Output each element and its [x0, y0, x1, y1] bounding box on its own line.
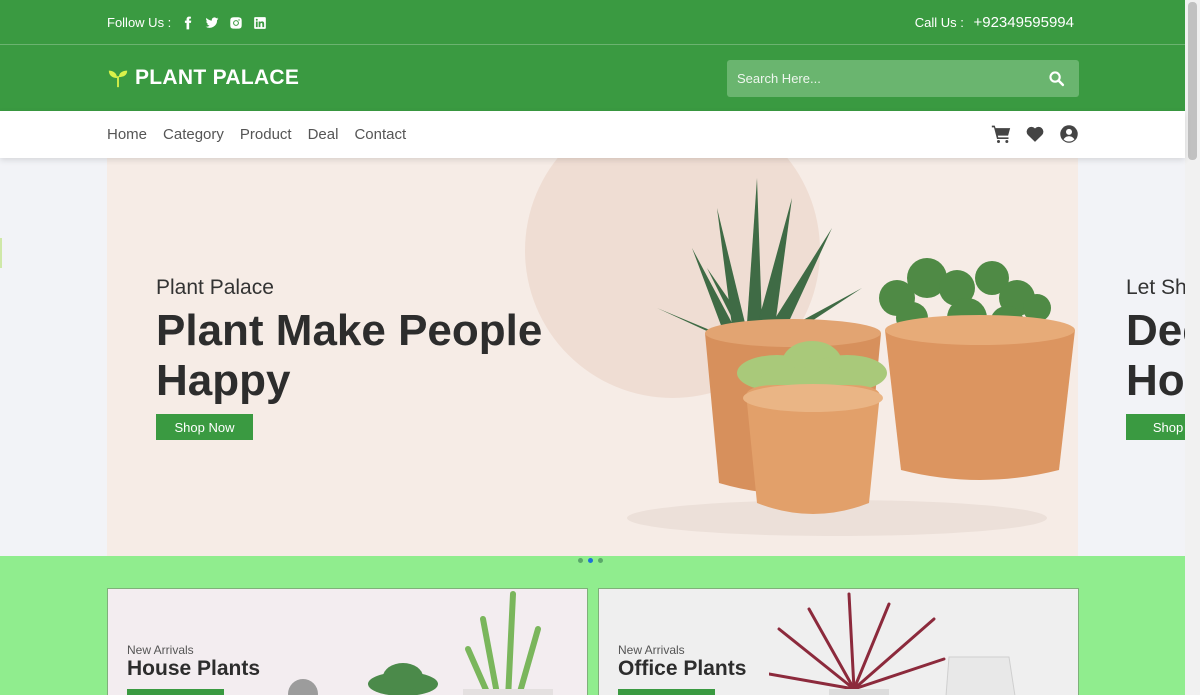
office-plants-title: Office Plants: [618, 657, 747, 680]
potted-plants-image: [627, 178, 1075, 536]
brand-logo[interactable]: PLANT PALACE: [107, 66, 299, 90]
carousel-dot-1[interactable]: [578, 558, 583, 563]
hero-subtitle: Plant Palace: [156, 276, 274, 299]
category-card-house-plants[interactable]: New Arrivals House Plants: [107, 588, 588, 695]
next-slide-subtitle: Let Sh: [1126, 276, 1185, 299]
call-label: Call Us :: [914, 15, 964, 30]
linkedin-icon[interactable]: [253, 16, 267, 30]
sprout-icon: [108, 70, 128, 88]
office-plants-subtitle: New Arrivals: [618, 643, 685, 657]
nav-icons: [991, 124, 1079, 144]
brand-name: PLANT PALACE: [135, 66, 300, 89]
cart-icon[interactable]: [991, 124, 1011, 144]
top-bar: Follow Us : Call Us : +92349595994: [0, 0, 1185, 45]
category-card-office-plants[interactable]: New Arrivals Office Plants: [598, 588, 1079, 695]
office-plants-image: [769, 592, 1016, 695]
next-slide-shop-button[interactable]: Shop N: [1126, 414, 1185, 440]
house-plants-button[interactable]: [127, 689, 224, 695]
office-plants-button[interactable]: [618, 689, 715, 695]
scrollbar-thumb[interactable]: [1188, 2, 1197, 160]
header: PLANT PALACE: [0, 45, 1185, 111]
house-plants-title: House Plants: [127, 657, 261, 680]
next-slide-title-line1: Dec: [1126, 306, 1185, 355]
nav-item-product[interactable]: Product: [240, 126, 292, 143]
facebook-icon[interactable]: [181, 16, 195, 30]
instagram-icon[interactable]: [229, 16, 243, 30]
main-nav: Home Category Product Deal Contact: [0, 111, 1185, 158]
next-slide-peek: Let Sh Dec Hor Shop N: [1078, 158, 1185, 556]
search-icon[interactable]: [1048, 70, 1065, 87]
shop-now-button[interactable]: Shop Now: [156, 414, 253, 440]
phone-number[interactable]: +92349595994: [973, 14, 1074, 31]
nav-item-contact[interactable]: Contact: [354, 126, 406, 143]
nav-item-category[interactable]: Category: [163, 126, 224, 143]
search-box: [727, 60, 1079, 97]
next-slide-title-line2: Hor: [1126, 356, 1185, 405]
carousel-dot-2[interactable]: [588, 558, 593, 563]
user-icon[interactable]: [1059, 124, 1079, 144]
hero-title: Plant Make People Happy: [156, 306, 543, 405]
nav-item-deal[interactable]: Deal: [308, 126, 339, 143]
page-scrollbar[interactable]: [1185, 0, 1200, 695]
twitter-icon[interactable]: [205, 16, 219, 30]
follow-label: Follow Us :: [107, 15, 172, 30]
hero-slide: Plant Palace Plant Make People Happy Sho…: [107, 158, 1078, 556]
next-slide-title: Dec Hor: [1126, 306, 1185, 406]
nav-item-home[interactable]: Home: [107, 126, 147, 143]
search-input[interactable]: [727, 60, 1027, 97]
house-plants-image: [288, 591, 553, 695]
edge-marker: [0, 238, 2, 268]
nav-menu: Home Category Product Deal Contact: [107, 126, 406, 143]
heart-icon[interactable]: [1025, 124, 1045, 144]
carousel-dots: [578, 558, 603, 563]
house-plants-subtitle: New Arrivals: [127, 643, 194, 657]
call-us: Call Us : +92349595994: [915, 14, 1074, 31]
follow-us: Follow Us :: [107, 15, 267, 30]
carousel-dot-3[interactable]: [598, 558, 603, 563]
